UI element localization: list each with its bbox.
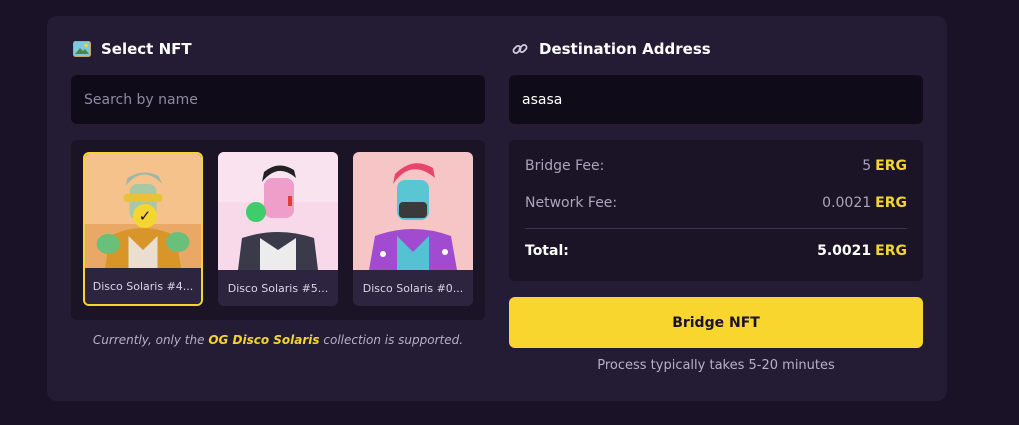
image-icon: [73, 40, 91, 58]
bridge-nft-button[interactable]: Bridge NFT: [509, 297, 923, 348]
select-nft-title: Select NFT: [73, 38, 192, 60]
network-fee-row: Network Fee: 0.0021 ERG: [525, 195, 907, 211]
collection-note: Currently, only the OG Disco Solaris col…: [71, 333, 485, 347]
destination-label: Destination Address: [539, 40, 711, 58]
total-value: 5.0021: [817, 243, 872, 259]
note-prefix: Currently, only the: [92, 333, 209, 347]
nft-name: Disco Solaris #5...: [218, 270, 338, 306]
nft-grid: ✓ Disco Solaris #4... Disco Solaris #5..…: [71, 140, 485, 320]
nft-name: Disco Solaris #4...: [85, 268, 201, 304]
total-label: Total:: [525, 243, 569, 259]
destination-title: Destination Address: [511, 38, 711, 60]
total-unit: ERG: [875, 243, 907, 259]
bridge-fee-value: 5: [862, 158, 872, 174]
bridge-fee-unit: ERG: [875, 158, 907, 174]
fee-divider: [525, 228, 907, 229]
nft-card[interactable]: Disco Solaris #0...: [353, 152, 473, 306]
network-fee-unit: ERG: [875, 195, 907, 211]
nft-image: [353, 152, 473, 270]
selected-check-icon: ✓: [133, 204, 157, 228]
nft-image: [218, 152, 338, 270]
network-fee-value: 0.0021: [822, 195, 872, 211]
nft-name: Disco Solaris #0...: [353, 270, 473, 306]
fee-summary: Bridge Fee: 5 ERG Network Fee: 0.0021 ERG …: [509, 140, 923, 281]
select-nft-label: Select NFT: [101, 40, 192, 58]
bridge-fee-label: Bridge Fee:: [525, 158, 605, 174]
note-suffix: collection is supported.: [319, 333, 464, 347]
network-fee-label: Network Fee:: [525, 195, 618, 211]
nft-card[interactable]: Disco Solaris #5...: [218, 152, 338, 306]
search-input[interactable]: [71, 75, 485, 124]
total-row: Total: 5.0021 ERG: [525, 243, 907, 259]
bridge-fee-row: Bridge Fee: 5 ERG: [525, 158, 907, 174]
link-icon: [511, 40, 529, 58]
note-collection-name: OG Disco Solaris: [208, 333, 320, 347]
destination-address-input[interactable]: [509, 75, 923, 124]
nft-card[interactable]: ✓ Disco Solaris #4...: [83, 152, 203, 306]
process-time-text: Process typically takes 5-20 minutes: [597, 358, 835, 373]
